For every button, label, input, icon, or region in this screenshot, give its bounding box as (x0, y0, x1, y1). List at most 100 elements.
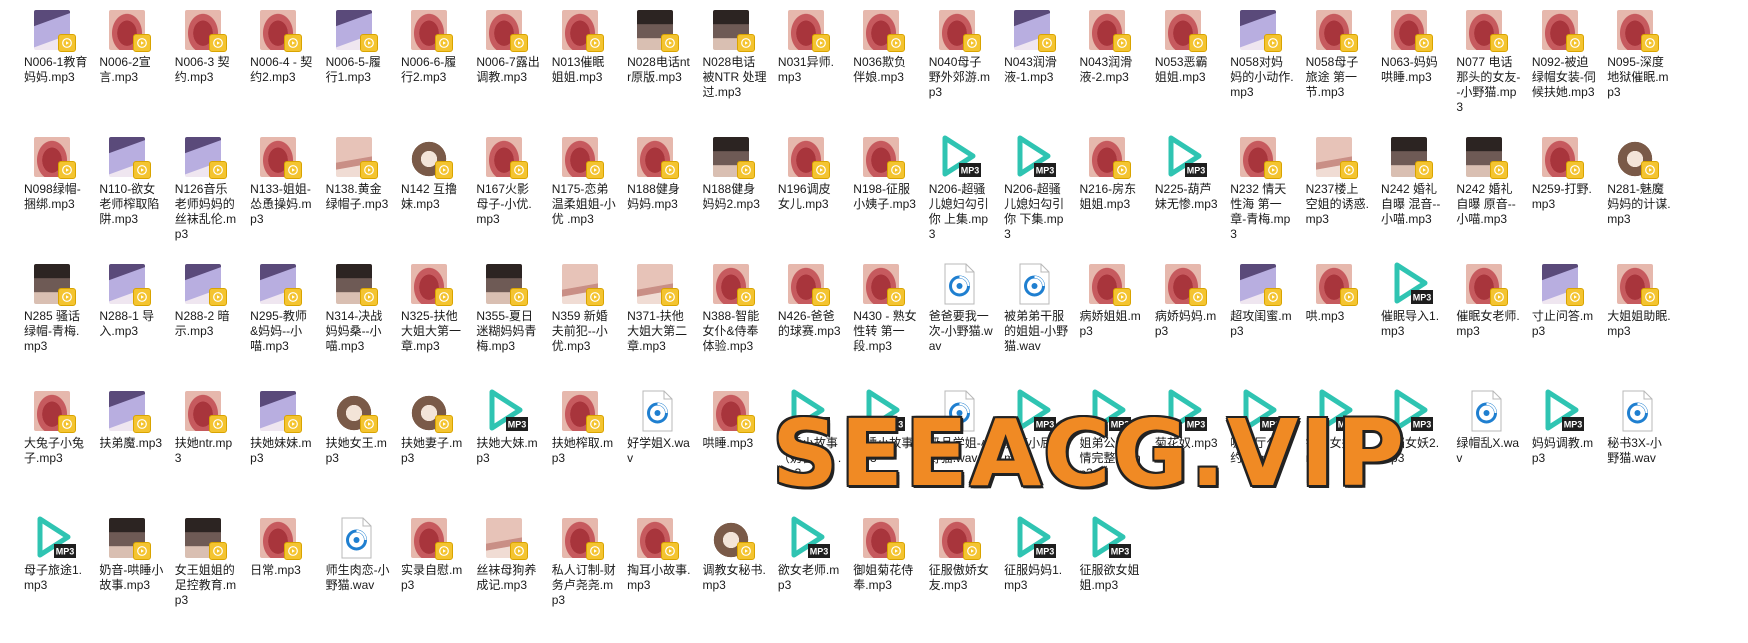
file-item[interactable]: N314-决战妈妈桑--小喵.mp3 (320, 262, 395, 389)
file-item[interactable]: 扶她榨取.mp3 (546, 389, 621, 516)
file-item[interactable]: N006-3 契约.mp3 (169, 8, 244, 135)
file-item[interactable]: N198-征服小姨子.mp3 (847, 135, 922, 262)
file-item[interactable]: 哄.mp3 (1300, 262, 1375, 389)
file-item[interactable]: MP3 欲女老师.mp3 (772, 516, 847, 643)
file-item[interactable]: 爸爸要我一次-小野猫.wav (923, 262, 998, 389)
file-item[interactable]: N043润滑液-2.mp3 (1073, 8, 1148, 135)
file-item[interactable]: MP3 征服欲女姐姐.mp3 (1073, 516, 1148, 643)
file-item[interactable]: N031异师.mp3 (772, 8, 847, 135)
file-item[interactable]: N237楼上空姐的诱惑.mp3 (1300, 135, 1375, 262)
file-item[interactable]: N281-魅魔妈妈的计谋.mp3 (1601, 135, 1676, 262)
file-item[interactable]: MP3 哄睡小故事.mp3 (847, 389, 922, 516)
file-item[interactable]: N295-教师&妈妈--小喵.mp3 (244, 262, 319, 389)
file-item[interactable]: N359 新婚夫前犯--小优.mp3 (546, 262, 621, 389)
file-item[interactable]: N426-爸爸的球赛.mp3 (772, 262, 847, 389)
file-item[interactable]: N288-1 导入.mp3 (93, 262, 168, 389)
file-item[interactable]: 师生肉恋-小野猫.wav (320, 516, 395, 643)
file-item[interactable]: N058对妈妈的小动作.mp3 (1224, 8, 1299, 135)
file-item[interactable]: N043润滑液-1.mp3 (998, 8, 1073, 135)
file-item[interactable]: N188健身妈妈2.mp3 (697, 135, 772, 262)
file-item[interactable]: N053恶霸姐姐.mp3 (1149, 8, 1224, 135)
file-item[interactable]: MP3 扶她大妹.mp3 (470, 389, 545, 516)
file-item[interactable]: N126音乐老师妈妈的丝袜乱伦.mp3 (169, 135, 244, 262)
file-item[interactable]: N006-2宣言.mp3 (93, 8, 168, 135)
file-item[interactable]: MP3 N225-葫芦妹无惨.mp3 (1149, 135, 1224, 262)
file-item[interactable]: N325-扶他大姐大第一章.mp3 (395, 262, 470, 389)
file-item[interactable]: 实录自慰.mp3 (395, 516, 470, 643)
file-item[interactable]: N133-姐姐-怂恿操妈.mp3 (244, 135, 319, 262)
file-item[interactable]: 日常.mp3 (244, 516, 319, 643)
file-item[interactable]: MP3 征服妈妈1.mp3 (998, 516, 1073, 643)
file-item[interactable]: N092-被迫绿帽女装-伺候扶她.mp3 (1526, 8, 1601, 135)
file-item[interactable]: N216-房东姐姐.mp3 (1073, 135, 1148, 262)
file-item[interactable]: MP3 铃铛女妖2.mp3 (1375, 389, 1450, 516)
file-item[interactable]: N006-4 - 契约2.mp3 (244, 8, 319, 135)
file-item[interactable]: 病娇妈妈.mp3 (1149, 262, 1224, 389)
file-item[interactable]: 征服傲娇女友.mp3 (923, 516, 998, 643)
file-item[interactable]: MP3 母子旅途1.mp3 (18, 516, 93, 643)
file-item[interactable]: 御姐菊花侍奉.mp3 (847, 516, 922, 643)
file-item[interactable]: 扶她妹妹.mp3 (244, 389, 319, 516)
file-item[interactable]: N098绿帽-捆绑.mp3 (18, 135, 93, 262)
file-item[interactable]: 扶她ntr.mp3 (169, 389, 244, 516)
file-item[interactable]: N175-恋弟温柔姐姐-小优 .mp3 (546, 135, 621, 262)
file-item[interactable]: N388-智能女仆&侍奉体验.mp3 (697, 262, 772, 389)
file-item[interactable]: 扶她女王.mp3 (320, 389, 395, 516)
file-item[interactable]: N142 互撸妹.mp3 (395, 135, 470, 262)
file-item[interactable]: 好学姐X.wav (621, 389, 696, 516)
file-item[interactable]: N028电话被NTR 处理过.mp3 (697, 8, 772, 135)
file-item[interactable]: MP3 咖啡厅公开约炮.mp3 (1224, 389, 1299, 516)
file-item[interactable]: N167火影母子-小优.mp3 (470, 135, 545, 262)
file-item[interactable]: 丝袜母狗养成记.mp3 (470, 516, 545, 643)
file-item[interactable]: N006-5-履行1.mp3 (320, 8, 395, 135)
file-item[interactable]: N242 婚礼自曝 原音--小喵.mp3 (1450, 135, 1525, 262)
file-item[interactable]: 掏耳小故事.mp3 (621, 516, 696, 643)
file-item[interactable]: N355-夏日迷糊妈妈青梅.mp3 (470, 262, 545, 389)
file-item[interactable]: N288-2 暗示.mp3 (169, 262, 244, 389)
file-item[interactable]: MP3 铃铛女妖1.mp3 (1300, 389, 1375, 516)
file-item[interactable]: N077 电话那头的女友--小野猫.mp3 (1450, 8, 1525, 135)
file-item[interactable]: 病娇姐姐.mp3 (1073, 262, 1148, 389)
file-item[interactable]: MP3 姐弟公开偷情完整版.mp3 (1073, 389, 1148, 516)
file-item[interactable]: 秘书3X-小野猫.wav (1601, 389, 1676, 516)
file-item[interactable]: N138.黄金绿帽子.mp3 (320, 135, 395, 262)
file-item[interactable]: 大姐姐助眠.mp3 (1601, 262, 1676, 389)
file-item[interactable]: N095-深度地狱催眠.mp3 (1601, 8, 1676, 135)
file-item[interactable]: N196调皮女儿.mp3 (772, 135, 847, 262)
file-item[interactable]: 女王姐姐的足控教育.mp3 (169, 516, 244, 643)
file-item[interactable]: 绿帽乱X.wav (1450, 389, 1525, 516)
file-item[interactable]: N242 婚礼自曝 混音--小喵.mp3 (1375, 135, 1450, 262)
file-item[interactable]: N371-扶他大姐大第二章.mp3 (621, 262, 696, 389)
file-item[interactable]: 扶弟魔.mp3 (93, 389, 168, 516)
file-item[interactable]: N036欺负伴娘.mp3 (847, 8, 922, 135)
file-item[interactable]: 超攻闺蜜.mp3 (1224, 262, 1299, 389)
file-item[interactable]: 扶她妻子.mp3 (395, 389, 470, 516)
file-item[interactable]: 催眠女老师.mp3 (1450, 262, 1525, 389)
file-item[interactable]: MP3 N206-超骚儿媳妇勾引你 上集.mp3 (923, 135, 998, 262)
file-item[interactable]: 寸止问答.mp3 (1526, 262, 1601, 389)
file-item[interactable]: 大兔子小兔子.mp3 (18, 389, 93, 516)
file-item[interactable]: MP3 哄睡小故事（奶音版）.mp3 (772, 389, 847, 516)
file-item[interactable]: 私人订制-财务卢尧尧.mp3 (546, 516, 621, 643)
file-item[interactable]: N040母子野外郊游.mp3 (923, 8, 998, 135)
file-item[interactable]: 哄睡.mp3 (697, 389, 772, 516)
file-item[interactable]: N006-7露出调教.mp3 (470, 8, 545, 135)
file-item[interactable]: N110-欲女老师榨取陷阱.mp3 (93, 135, 168, 262)
file-item[interactable]: N232 情天性海 第一章-青梅.mp3 (1224, 135, 1299, 262)
file-item[interactable]: N063-妈妈哄睡.mp3 (1375, 8, 1450, 135)
file-item[interactable]: N058母子旅途 第一节.mp3 (1300, 8, 1375, 135)
file-item[interactable]: N188健身妈妈.mp3 (621, 135, 696, 262)
file-item[interactable]: N285 骚话绿帽-青梅.mp3 (18, 262, 93, 389)
file-item[interactable]: 调教女秘书.mp3 (697, 516, 772, 643)
file-item[interactable]: MP3 N206-超骚儿媳妇勾引你 下集.mp3 (998, 135, 1073, 262)
file-item[interactable]: MP3 教育小屁孩.mp3 (998, 389, 1073, 516)
file-item[interactable]: MP3 催眠导入1.mp3 (1375, 262, 1450, 389)
file-item[interactable]: N006-1教育妈妈.mp3 (18, 8, 93, 135)
file-item[interactable]: 奶音-哄睡小故事.mp3 (93, 516, 168, 643)
file-item[interactable]: N013催眠姐姐.mp3 (546, 8, 621, 135)
file-item[interactable]: MP3 菊花奴.mp3 (1149, 389, 1224, 516)
file-item[interactable]: 被弟弟干服的姐姐-小野猫.wav (998, 262, 1073, 389)
file-item[interactable]: 极品学姐-小野猫.wav (923, 389, 998, 516)
file-item[interactable]: N006-6-履行2.mp3 (395, 8, 470, 135)
file-item[interactable]: N259-打野.mp3 (1526, 135, 1601, 262)
